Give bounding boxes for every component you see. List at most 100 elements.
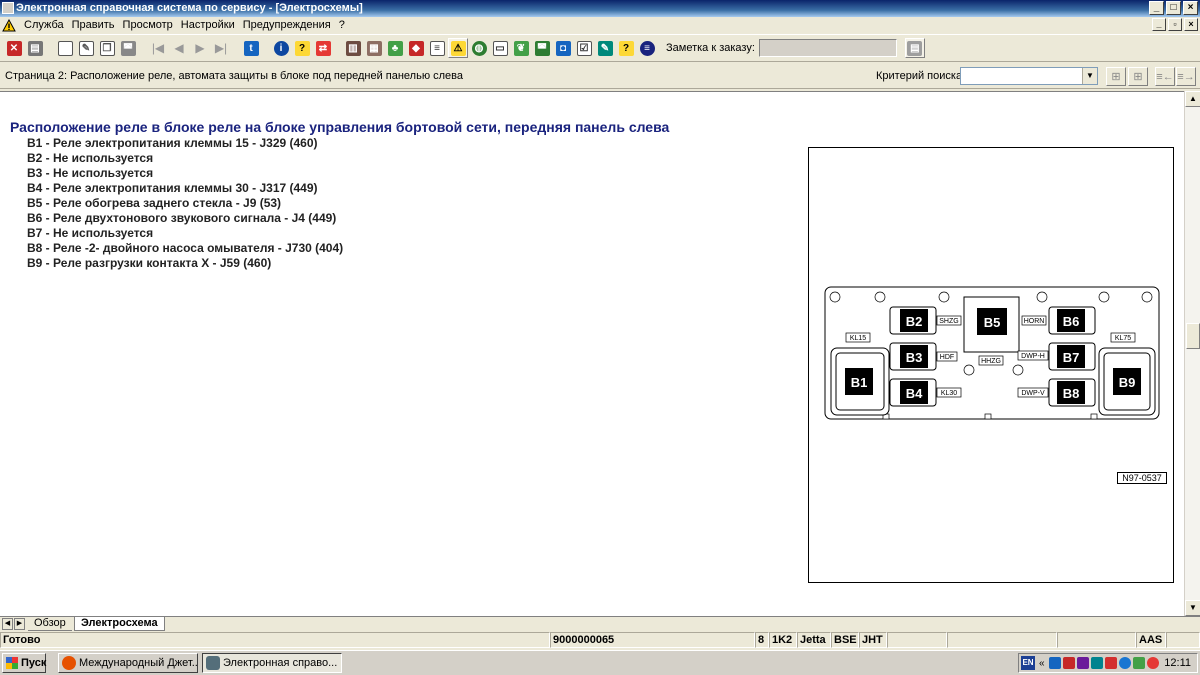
status-cell-4: BSE bbox=[831, 632, 859, 648]
maximize-button[interactable]: □ bbox=[1166, 1, 1181, 15]
tray-alert-icon[interactable] bbox=[1146, 657, 1159, 669]
tool-15-button[interactable]: ≡ bbox=[637, 38, 657, 58]
edit-page-button[interactable]: ✎ bbox=[76, 38, 96, 58]
list-item: B4 - Реле электропитания клеммы 30 - J31… bbox=[27, 181, 318, 195]
menu-service[interactable]: Служба bbox=[20, 17, 68, 33]
vertical-scrollbar[interactable]: ▲ ▼ bbox=[1184, 91, 1200, 616]
last-page-button[interactable]: ▶| bbox=[211, 38, 231, 58]
info-icon: i bbox=[273, 40, 289, 56]
tag-kl75: KL75 bbox=[1115, 335, 1131, 342]
first-page-button[interactable]: |◀ bbox=[148, 38, 168, 58]
relay-diagram: B1 B2 B3 B4 B5 B6 B7 B8 B9 KL15 SHZG HDF… bbox=[808, 147, 1174, 583]
tab-bar: ◀ ▶ Обзор Электросхема bbox=[0, 616, 1200, 631]
copy-page-button[interactable]: ❐ bbox=[97, 38, 117, 58]
tab-wiring-diagram[interactable]: Электросхема bbox=[74, 617, 165, 631]
tool-5-button[interactable]: ≡ bbox=[427, 38, 447, 58]
exit-button[interactable]: ✕ bbox=[4, 38, 24, 58]
vehicle-button[interactable]: ◚ bbox=[118, 38, 138, 58]
relay-block-drawing: B1 B2 B3 B4 B5 B6 B7 B8 B9 KL15 SHZG HDF… bbox=[824, 286, 1160, 420]
tool-12-button[interactable]: ☑ bbox=[574, 38, 594, 58]
nav-back-button[interactable]: ≡← bbox=[1155, 67, 1175, 86]
tool-8-button[interactable]: ▭ bbox=[490, 38, 510, 58]
menu-warnings[interactable]: Предупреждения bbox=[239, 17, 335, 33]
tray-expand-icon[interactable]: « bbox=[1039, 658, 1045, 669]
mdi-restore-button[interactable]: ▫ bbox=[1168, 18, 1182, 31]
grid-icon: ▦ bbox=[366, 40, 382, 56]
book-icon: ▥ bbox=[345, 40, 361, 56]
tab-overview[interactable]: Обзор bbox=[28, 617, 72, 631]
scroll-down-button[interactable]: ▼ bbox=[1185, 600, 1200, 616]
tag-dwp-h: DWP-H bbox=[1021, 353, 1045, 360]
tray-network-icon[interactable] bbox=[1048, 657, 1061, 669]
menu-edit[interactable]: Править bbox=[68, 17, 119, 33]
info-button[interactable]: i bbox=[271, 38, 291, 58]
tool-13-button[interactable]: ✎ bbox=[595, 38, 615, 58]
tool-10-button[interactable]: ◚ bbox=[532, 38, 552, 58]
tool-2-button[interactable]: ▦ bbox=[364, 38, 384, 58]
mdi-close-button[interactable]: × bbox=[1184, 18, 1198, 31]
tab-scroll-left-button[interactable]: ◀ bbox=[2, 618, 13, 630]
slot-b2-label: B2 bbox=[906, 314, 923, 329]
chevron-down-icon[interactable]: ▼ bbox=[1082, 68, 1097, 84]
binoculars-back-icon: ⊞ bbox=[1111, 71, 1121, 83]
globe-button[interactable]: ◍ bbox=[469, 38, 489, 58]
tool-14-button[interactable]: ? bbox=[616, 38, 636, 58]
prev-page-button[interactable]: ◀ bbox=[169, 38, 189, 58]
next-icon: ▶ bbox=[195, 41, 205, 55]
clock: 12:11 bbox=[1164, 657, 1191, 669]
list-item: B6 - Реле двухтонового звукового сигнала… bbox=[27, 211, 337, 225]
page-title: Страница 2: Расположение реле, автомата … bbox=[5, 70, 464, 82]
scroll-thumb[interactable] bbox=[1186, 323, 1200, 349]
print-button[interactable]: ▤ bbox=[25, 38, 45, 58]
search-prev-button[interactable]: ⊞ bbox=[1106, 67, 1126, 86]
forward-list-icon: ≡→ bbox=[1177, 70, 1195, 83]
nav-forward-button[interactable]: ≡→ bbox=[1176, 67, 1196, 86]
tab-scroll-right-button[interactable]: ▶ bbox=[14, 618, 25, 630]
task-service-system[interactable]: Электронная справо... bbox=[202, 653, 342, 673]
search-next-button[interactable]: ⊞ bbox=[1128, 67, 1148, 86]
next-page-button[interactable]: ▶ bbox=[190, 38, 210, 58]
tray-app-icon[interactable] bbox=[1076, 657, 1089, 669]
jump-button[interactable]: t bbox=[241, 38, 261, 58]
tray-security-icon[interactable] bbox=[1062, 657, 1075, 669]
copy-icon: ❐ bbox=[99, 40, 115, 56]
tray-sync-icon[interactable] bbox=[1090, 657, 1103, 669]
order-note-field[interactable] bbox=[758, 39, 897, 57]
minimize-button[interactable]: _ bbox=[1149, 1, 1164, 15]
warnings-toggle-button[interactable]: ⚠ bbox=[448, 38, 468, 58]
tool-1-button[interactable]: ▥ bbox=[343, 38, 363, 58]
diagram-reference-code: N97-0537 bbox=[1117, 472, 1167, 484]
tray-shield-icon[interactable] bbox=[1132, 657, 1145, 669]
tool-4-button[interactable]: ◆ bbox=[406, 38, 426, 58]
tool-9-button[interactable]: ❦ bbox=[511, 38, 531, 58]
close-button[interactable]: × bbox=[1183, 1, 1198, 15]
status-cell-1: 8 bbox=[755, 632, 769, 648]
system-tray: EN « 12:11 bbox=[1018, 653, 1198, 673]
task-browser[interactable]: Международный Джет... bbox=[58, 653, 198, 673]
tag-hhzg: HHZG bbox=[981, 358, 1001, 365]
start-button[interactable]: Пуск bbox=[2, 653, 46, 673]
mdi-minimize-button[interactable]: _ bbox=[1152, 18, 1166, 31]
note-icon: ▤ bbox=[907, 40, 923, 56]
list-item: B8 - Реле -2- двойного насоса омывателя … bbox=[27, 241, 344, 255]
menu-view[interactable]: Просмотр bbox=[119, 17, 177, 33]
swap-button[interactable]: ⇄ bbox=[313, 38, 333, 58]
list-item: B9 - Реле разгрузки контакта X - J59 (46… bbox=[27, 256, 272, 270]
tool-11-button[interactable]: ◘ bbox=[553, 38, 573, 58]
diamond-icon: ◆ bbox=[408, 40, 424, 56]
menu-settings[interactable]: Настройки bbox=[177, 17, 239, 33]
sphere-icon: ≡ bbox=[639, 40, 655, 56]
note-edit-button[interactable]: ▤ bbox=[904, 38, 925, 58]
tool-3-button[interactable]: ♣ bbox=[385, 38, 405, 58]
status-cell-empty-3 bbox=[1057, 632, 1136, 648]
search-dropdown[interactable]: ▼ bbox=[960, 67, 1098, 85]
scroll-up-button[interactable]: ▲ bbox=[1185, 91, 1200, 107]
new-page-button[interactable] bbox=[55, 38, 75, 58]
prev-icon: ◀ bbox=[174, 41, 184, 55]
hint-button[interactable]: ? bbox=[292, 38, 312, 58]
language-indicator[interactable]: EN bbox=[1021, 656, 1035, 670]
title-bar[interactable]: Электронная справочная система по сервис… bbox=[0, 0, 1200, 17]
menu-help[interactable]: ? bbox=[335, 17, 349, 33]
tray-antivirus-icon[interactable] bbox=[1104, 657, 1117, 669]
tray-bluetooth-icon[interactable] bbox=[1118, 657, 1131, 669]
